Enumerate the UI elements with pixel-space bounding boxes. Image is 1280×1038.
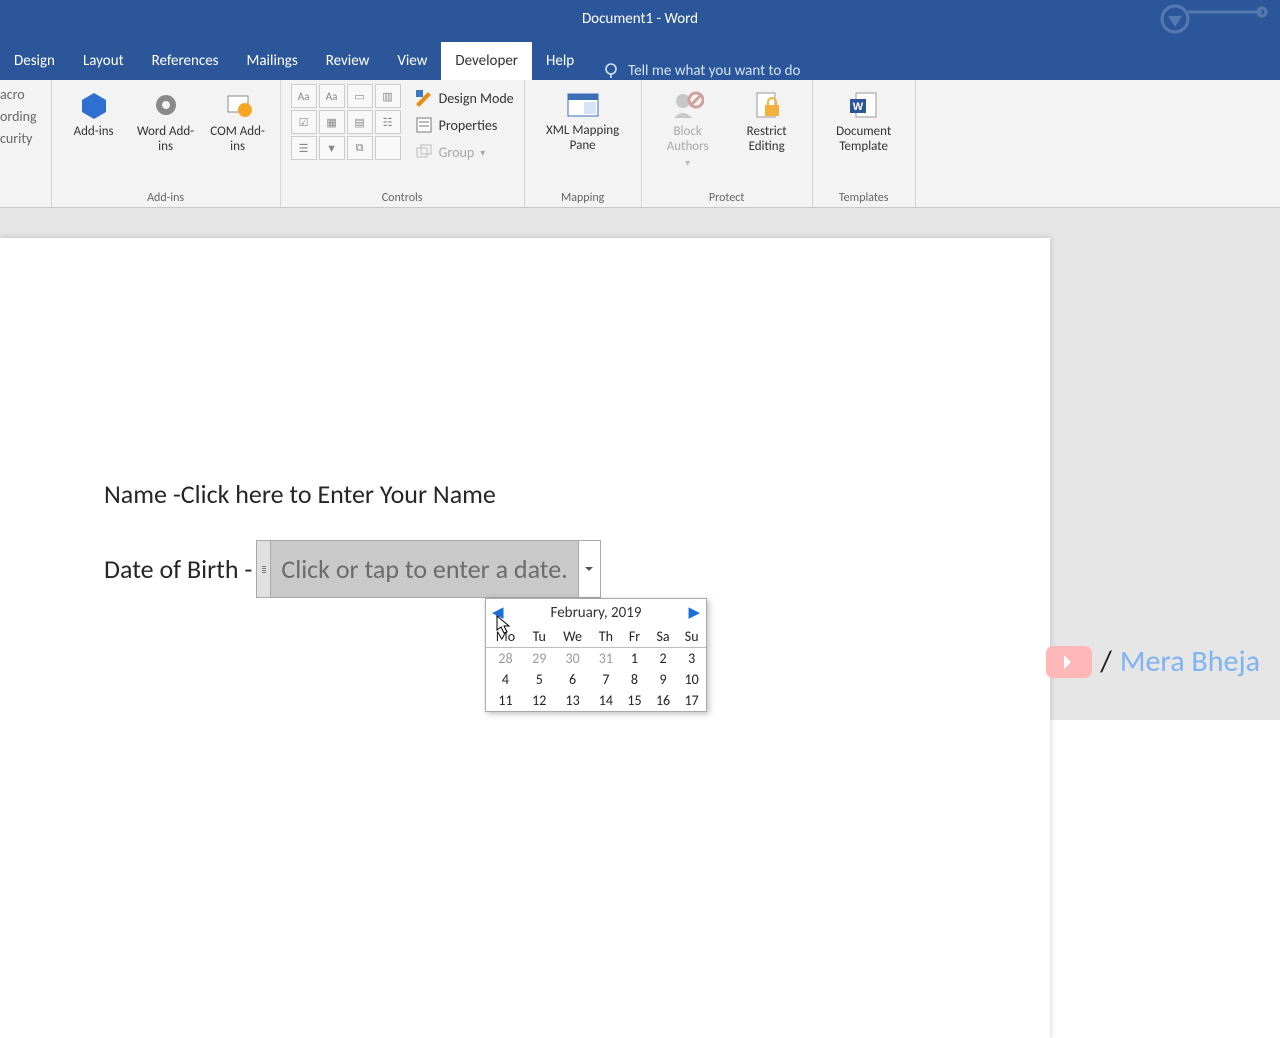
gear-icon	[223, 88, 253, 122]
design-mode-button[interactable]: Design Mode	[415, 86, 514, 110]
calendar-day[interactable]: 17	[677, 690, 706, 711]
date-placeholder[interactable]: Click or tap to enter a date.	[271, 541, 577, 597]
restrict-editing-button[interactable]: Restrict Editing	[732, 84, 802, 158]
calendar-grid[interactable]: MoTuWeThFrSaSu 2829303112345678910111213…	[486, 626, 706, 711]
calendar-day[interactable]: 15	[620, 690, 649, 711]
name-line: Name - Click here to Enter Your Name	[104, 478, 970, 510]
dob-line: Date of Birth - Click or tap to enter a …	[104, 540, 970, 598]
tab-developer[interactable]: Developer	[441, 42, 532, 80]
calendar-dow: Tu	[525, 626, 554, 648]
group-label: Add-ins	[147, 189, 184, 205]
date-picker-popup[interactable]: ◀ February, 2019 ▶ MoTuWeThFrSaSu 282930…	[485, 598, 707, 712]
window-title: Document1 - Word	[582, 10, 698, 28]
svg-text:W: W	[852, 101, 863, 113]
group-label: Templates	[839, 189, 889, 205]
date-content-control[interactable]: Click or tap to enter a date.	[256, 540, 600, 598]
ribbon-tab-strip: DesignLayoutReferencesMailingsReviewView…	[0, 38, 1280, 80]
group-label: Controls	[382, 189, 423, 205]
calendar-day[interactable]: 29	[525, 648, 554, 670]
ruler-pencil-icon	[415, 89, 433, 107]
calendar-day[interactable]: 12	[525, 690, 554, 711]
slash-text: /	[1100, 643, 1112, 680]
calendar-day[interactable]: 5	[525, 669, 554, 690]
mouse-cursor	[496, 615, 512, 635]
tab-references[interactable]: References	[138, 42, 233, 80]
ribbon: acro ording curity Add-ins Word Add-ins	[0, 80, 1280, 208]
calendar-dow: Fr	[620, 626, 649, 648]
chevron-down-icon: ▾	[685, 156, 690, 169]
calendar-day[interactable]: 28	[486, 648, 525, 670]
calendar-day[interactable]: 31	[592, 648, 621, 670]
ribbon-fragment-left: acro ording curity	[0, 80, 52, 207]
calendar-month-label[interactable]: February, 2019	[551, 604, 642, 622]
title-bar: Document1 - Word	[0, 0, 1280, 38]
calendar-day[interactable]: 13	[554, 690, 592, 711]
calendar-day[interactable]: 30	[554, 648, 592, 670]
date-dropdown-button[interactable]	[578, 541, 600, 597]
calendar-dow: Su	[677, 626, 706, 648]
block-authors-button: Block Authors ▾	[652, 84, 724, 173]
name-label: Name -	[104, 478, 181, 510]
block-authors-icon	[672, 88, 704, 122]
watermark-logo	[1158, 2, 1268, 36]
tab-mailings[interactable]: Mailings	[233, 42, 312, 80]
tab-help[interactable]: Help	[532, 42, 588, 80]
ribbon-group-addins: Add-ins Word Add-ins COM Add-ins Add-ins	[52, 80, 281, 207]
ribbon-group-mapping: XML Mapping Pane Mapping	[525, 80, 642, 207]
xml-mapping-button[interactable]: XML Mapping Pane	[535, 84, 631, 158]
tab-design[interactable]: Design	[0, 42, 69, 80]
calendar-day[interactable]: 9	[649, 669, 678, 690]
calendar-day[interactable]: 8	[620, 669, 649, 690]
name-content-control[interactable]: Click here to Enter Your Name	[181, 478, 496, 510]
ribbon-group-templates: W Document Template Templates	[813, 80, 916, 207]
com-addins-button[interactable]: COM Add-ins	[206, 84, 270, 158]
control-type-grid[interactable]: AaAa▭▥ ☑▦▤☷ ☰▼⧉	[291, 84, 401, 160]
fragment-text: curity	[0, 130, 37, 147]
youtube-icon	[1046, 646, 1092, 678]
calendar-day[interactable]: 16	[649, 690, 678, 711]
chevron-down-icon: ▾	[480, 146, 485, 159]
word-addins-button[interactable]: Word Add-ins	[134, 84, 198, 158]
channel-name: Mera Bheja	[1120, 643, 1260, 680]
channel-watermark: / Mera Bheja	[1046, 643, 1260, 680]
fragment-text: ording	[0, 108, 37, 125]
calendar-day[interactable]: 3	[677, 648, 706, 670]
group-icon	[415, 143, 433, 161]
addin-icon	[79, 88, 109, 122]
xml-pane-icon	[566, 88, 600, 122]
dob-label: Date of Birth -	[104, 553, 252, 585]
calendar-day[interactable]: 2	[649, 648, 678, 670]
tab-view[interactable]: View	[383, 42, 441, 80]
calendar-next-month[interactable]: ▶	[688, 603, 700, 622]
calendar-dow: Th	[592, 626, 621, 648]
calendar-dow: Sa	[649, 626, 678, 648]
calendar-day[interactable]: 7	[592, 669, 621, 690]
calendar-day[interactable]: 1	[620, 648, 649, 670]
tell-me-search[interactable]: Tell me what you want to do	[588, 62, 814, 80]
properties-icon	[415, 116, 433, 134]
properties-button[interactable]: Properties	[415, 113, 514, 137]
tab-review[interactable]: Review	[312, 42, 384, 80]
calendar-day[interactable]: 10	[677, 669, 706, 690]
group-label: Protect	[709, 189, 744, 205]
tab-layout[interactable]: Layout	[69, 42, 138, 80]
addins-button[interactable]: Add-ins	[62, 84, 126, 143]
group-button[interactable]: Group ▾	[415, 140, 514, 164]
calendar-dow: We	[554, 626, 592, 648]
ribbon-group-protect: Block Authors ▾ Restrict Editing Protect	[642, 80, 813, 207]
lightbulb-icon	[602, 62, 620, 80]
ribbon-group-controls: AaAa▭▥ ☑▦▤☷ ☰▼⧉ Design Mode Properties	[281, 80, 525, 207]
calendar-day[interactable]: 14	[592, 690, 621, 711]
content-control-handle[interactable]	[257, 541, 271, 597]
document-template-button[interactable]: W Document Template	[823, 84, 905, 158]
lock-document-icon	[752, 88, 782, 122]
group-label: Mapping	[561, 189, 604, 205]
word-template-icon: W	[848, 88, 880, 122]
gear-icon	[151, 88, 181, 122]
calendar-day[interactable]: 4	[486, 669, 525, 690]
fragment-text: acro	[0, 86, 37, 103]
calendar-day[interactable]: 11	[486, 690, 525, 711]
calendar-day[interactable]: 6	[554, 669, 592, 690]
